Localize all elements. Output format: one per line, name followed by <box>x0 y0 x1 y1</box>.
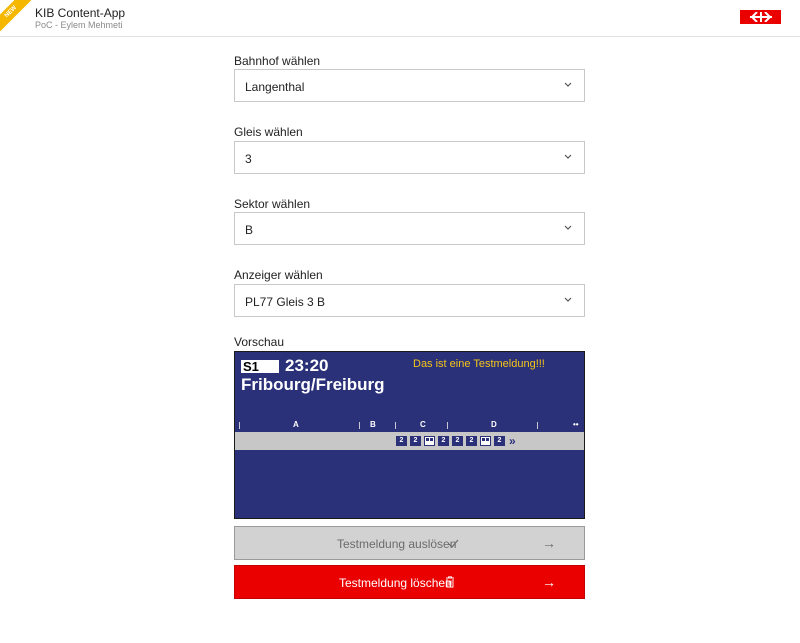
line-number: S1 <box>243 359 259 374</box>
second-class-car: 2 <box>494 436 505 446</box>
sector-label: Sektor wählen <box>234 197 311 211</box>
sector-tick <box>239 422 240 429</box>
sector-tick <box>537 422 538 429</box>
delete-test-message-button[interactable]: Testmeldung löschen → <box>234 565 585 599</box>
sector-tick <box>395 422 396 429</box>
sbb-arrows-icon <box>749 12 772 22</box>
destination: Fribourg/Freiburg <box>241 375 385 394</box>
second-class-car: 2 <box>410 436 421 446</box>
sector-label-c: C <box>420 420 426 429</box>
dining-car <box>480 436 491 446</box>
sector-value: B <box>245 223 254 237</box>
display-select[interactable]: PL77 Gleis 3 B <box>234 284 585 317</box>
sector-label-d: D <box>491 420 497 429</box>
second-class-car: 2 <box>396 436 407 446</box>
track-select[interactable]: 3 <box>234 141 585 174</box>
direction-dots: •• <box>573 420 579 429</box>
arrow-right-icon: → <box>542 535 556 551</box>
app-header: NEW KIB Content-App PoC - Eylem Mehmeti <box>0 0 800 39</box>
station-label: Bahnhof wählen <box>234 54 321 68</box>
station-select[interactable]: Langenthal <box>234 69 585 102</box>
line-badge: S1 <box>241 359 279 374</box>
chevron-down-icon <box>564 82 572 87</box>
delete-button-label: Testmeldung löschen <box>339 576 452 590</box>
trigger-test-message-button[interactable]: Testmeldung auslösen → <box>234 526 585 560</box>
test-message: Das ist eine Testmeldung!!! <box>413 358 545 370</box>
trash-icon <box>446 576 454 588</box>
app-subtitle: PoC - Eylem Mehmeti <box>35 20 123 30</box>
display-label: Anzeiger wählen <box>234 268 323 282</box>
second-class-car: 2 <box>452 436 463 446</box>
sbb-logo-icon <box>740 10 781 24</box>
new-badge: NEW <box>0 0 38 39</box>
chevron-down-icon <box>564 154 572 159</box>
second-class-car: 2 <box>438 436 449 446</box>
direction-arrow-icon: » <box>509 434 516 448</box>
train-composition: 222222 » <box>235 432 584 450</box>
preview-display: S1 23:20 Das ist eine Testmeldung!!! Fri… <box>234 351 585 519</box>
chevron-down-icon <box>564 225 572 230</box>
preview-label: Vorschau <box>234 335 285 349</box>
track-value: 3 <box>245 152 252 166</box>
sector-tick <box>447 422 448 429</box>
app-title: KIB Content-App <box>35 6 126 20</box>
dining-car <box>424 436 435 446</box>
arrow-right-icon: → <box>542 574 556 590</box>
departure-time: 23:20 <box>285 356 329 375</box>
second-class-car: 2 <box>466 436 477 446</box>
display-value: PL77 Gleis 3 B <box>245 295 326 309</box>
sector-bar: A B C D •• <box>235 420 584 432</box>
check-icon <box>448 539 459 548</box>
sector-label-a: A <box>293 420 299 429</box>
station-value: Langenthal <box>245 80 305 94</box>
trigger-button-label: Testmeldung auslösen <box>337 537 457 551</box>
sector-tick <box>359 422 360 429</box>
sector-label-b: B <box>370 420 376 429</box>
sector-select[interactable]: B <box>234 212 585 245</box>
chevron-down-icon <box>564 297 572 302</box>
track-label: Gleis wählen <box>234 125 303 139</box>
